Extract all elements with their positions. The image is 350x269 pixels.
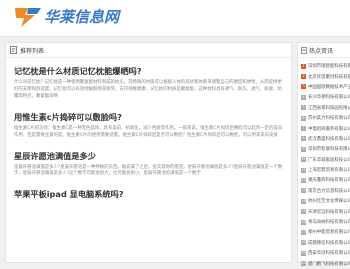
logo-text: 华莱信息网 (44, 8, 120, 26)
hot-news-label: 南京合力信息科技公司 (308, 188, 350, 194)
hot-news-label: 苏州美力科技有限公司 (308, 116, 350, 122)
hot-news-label: 深圳市智联科技有限公司 (308, 147, 350, 153)
hot-news-item[interactable]: 12 重庆鑫辉科技有限公司 (301, 175, 350, 185)
hot-news-panel: 热点资讯 1深圳市瑞智能科技有限公司2北京优思聚创科技有限公司3中国国际数据技术… (297, 42, 350, 267)
rank-number: 14 (301, 198, 306, 204)
hot-news-item[interactable]: 1深圳市瑞智能科技有限公司 (301, 61, 350, 71)
hot-news-item[interactable]: 14 杭州佳艺文化传媒公司 (301, 196, 350, 206)
hot-news-item[interactable]: 4 长沙华德科技有限公司 (301, 92, 350, 102)
article-title[interactable]: 星辰许愿池满值是多少 (14, 151, 283, 162)
logo-icon (15, 8, 41, 27)
hot-news-item[interactable]: 7 中电招商服务有限公司 (301, 123, 350, 133)
article-item: 用惟生素c片捣碎可以敷脸吗? 惟生素C片的功效：惟生素C是一种无色晶体，具有美白… (6, 112, 291, 140)
document-icon (301, 46, 307, 54)
hot-news-label: 中国国际数据技术产业公司 (308, 84, 350, 90)
hot-news-label: 重庆鑫辉科技有限公司 (308, 178, 350, 184)
hot-news-label: 成都德信科技有限公司 (308, 240, 350, 246)
hot-news-label: 深圳市瑞智能科技有限公司 (308, 64, 350, 70)
hot-news-item[interactable]: 13 南京合力信息科技公司 (301, 186, 350, 196)
rank-number: 20 (301, 261, 306, 267)
hot-news-label: 杭州佳艺文化传媒公司 (308, 199, 350, 205)
hot-news-label: 郑州中能贸易有限公司 (308, 230, 350, 236)
article-title[interactable]: 苹果平板ipad 显电脑系统吗? (14, 189, 283, 200)
rank-number: 16 (301, 219, 306, 225)
hot-news-list: 1深圳市瑞智能科技有限公司2北京优思聚创科技有限公司3中国国际数据技术产业公司4… (298, 61, 350, 269)
hot-news-title: 热点资讯 (309, 47, 334, 55)
hot-news-item[interactable]: 11 上海宏鼎贸易有限公司 (301, 165, 350, 175)
hot-news-label: 长沙华德科技有限公司 (308, 95, 350, 101)
hot-news-item[interactable]: 16 青岛海纳科技有限公司 (301, 217, 350, 227)
rank-number: 1 (301, 63, 306, 69)
hot-news-item[interactable]: 3中国国际数据技术产业公司 (301, 82, 350, 92)
hot-news-header: 热点资讯 (298, 43, 350, 58)
recommend-header: 推荐列表 (6, 43, 291, 58)
rank-number: 15 (301, 209, 306, 215)
rank-number: 13 (301, 188, 306, 194)
article-title[interactable]: 记忆枕是什么材质记忆枕能爆晒吗? (14, 66, 283, 77)
site-header: 华莱信息网 (0, 0, 350, 37)
hot-news-label: 西安华创科技有限公司 (308, 251, 350, 257)
hot-news-item[interactable]: 5江西省景科技园有限公司 (301, 103, 350, 113)
article-title[interactable]: 用惟生素c片捣碎可以敷脸吗? (14, 112, 283, 123)
rank-number: 10 (301, 157, 306, 163)
rank-number: 17 (301, 229, 306, 235)
hot-news-label: 广东华城家居科技公司 (308, 157, 350, 163)
hot-news-item[interactable]: 15 天津宏远科技有限公司 (301, 206, 350, 216)
hot-news-label: 江西省景科技园有限公司 (308, 105, 350, 111)
hot-news-item[interactable]: 19 西安华创科技有限公司 (301, 248, 350, 258)
hot-news-label: 厦门鹏飞科技有限公司 (308, 261, 350, 267)
hot-news-label: 上海宏鼎贸易有限公司 (308, 168, 350, 174)
recommend-panel: 推荐列表 记忆枕是什么材质记忆枕能爆晒吗? 什么叫记忆枕？记忆枕是一种使用聚氨酯… (5, 42, 292, 263)
rank-number: 8 (301, 136, 306, 142)
article-summary: 星辰许愿池满值是多少?星辰许愿池是一种神秘的东西。据说满了之后，会实现你的愿望。… (14, 164, 283, 177)
rank-number: 6 (301, 115, 306, 121)
hot-news-label: 天津宏远科技有限公司 (308, 209, 350, 215)
hot-news-item[interactable]: 20 厦门鹏飞科技有限公司 (301, 258, 350, 268)
article-item: 苹果平板ipad 显电脑系统吗? (6, 189, 291, 200)
hot-news-label: 武汉鼎盛科技有限公司 (308, 136, 350, 142)
hot-news-item[interactable]: 18 成都德信科技有限公司 (301, 238, 350, 248)
recommend-title: 推荐列表 (20, 47, 45, 55)
hot-news-label: 北京优思聚创科技有限公司 (308, 74, 350, 80)
hot-news-item[interactable]: 17 郑州中能贸易有限公司 (301, 227, 350, 237)
hot-news-label: 中电招商服务有限公司 (308, 126, 350, 132)
rank-number: 5 (301, 105, 306, 111)
article-summary: 什么叫记忆枕？记忆枕是一种使用聚氨酯材料制成的枕头。其特殊的材质可以根据人体的形… (14, 80, 282, 99)
document-icon (10, 46, 17, 54)
hot-news-item[interactable]: 8 武汉鼎盛科技有限公司 (301, 134, 350, 144)
rank-number: 12 (301, 177, 306, 183)
hot-news-label: 青岛海纳科技有限公司 (308, 220, 350, 226)
rank-number: 7 (301, 126, 306, 132)
article-item: 记忆枕是什么材质记忆枕能爆晒吗? 什么叫记忆枕？记忆枕是一种使用聚氨酯材料制成的… (6, 66, 291, 101)
rank-number: 9 (301, 146, 306, 152)
rank-number: 11 (301, 167, 306, 173)
hot-news-item[interactable]: 10 广东华城家居科技公司 (301, 155, 350, 165)
article-item: 星辰许愿池满值是多少 星辰许愿池满值是多少?星辰许愿池是一种神秘的东西。据说满了… (6, 151, 291, 179)
rank-number: 4 (301, 94, 306, 100)
site-logo[interactable]: 华莱信息网 (13, 5, 119, 29)
rank-number: 3 (301, 84, 306, 90)
article-summary: 惟生素C片的功效：惟生素C是一种无色晶体，具有美白、抗氧化、减少色斑等作用。一般… (14, 125, 283, 138)
rank-number: 19 (301, 250, 306, 256)
hot-news-item[interactable]: 6 苏州美力科技有限公司 (301, 113, 350, 123)
hot-news-item[interactable]: 9深圳市智联科技有限公司 (301, 144, 350, 154)
rank-number: 18 (301, 240, 306, 246)
hot-news-item[interactable]: 2北京优思聚创科技有限公司 (301, 71, 350, 81)
rank-number: 2 (301, 74, 306, 80)
